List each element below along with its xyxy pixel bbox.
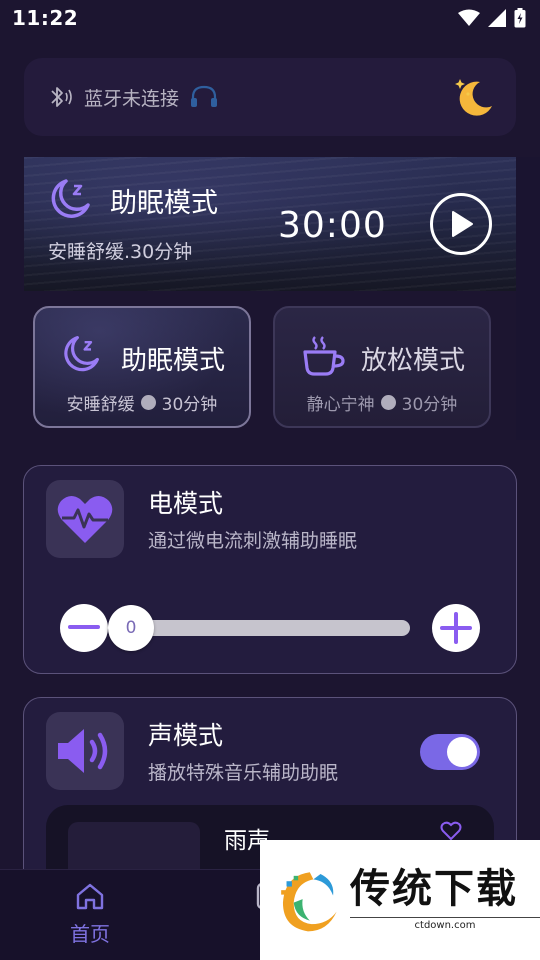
moon-icon	[64, 336, 99, 372]
cellular-signal-icon	[488, 9, 506, 27]
hero-subtitle: 安睡舒缓.30分钟	[48, 241, 193, 263]
increase-button[interactable]	[432, 604, 480, 652]
panel-subtitle: 通过微电流刺激辅助睡眠	[148, 530, 358, 552]
intensity-slider: 0	[60, 604, 480, 652]
bluetooth-icon	[51, 87, 72, 107]
panel-title: 声模式	[148, 721, 224, 750]
home-icon	[76, 883, 104, 910]
slider-knob[interactable]: 0	[108, 605, 154, 651]
electric-mode-icon-box	[46, 480, 124, 558]
moon-icon	[51, 179, 90, 218]
status-icons	[458, 8, 526, 28]
wifi-icon	[458, 9, 480, 26]
slider-track[interactable]	[120, 620, 410, 636]
watermark-logo-icon	[281, 872, 337, 932]
sound-mode-icon-box	[46, 712, 124, 790]
watermark-text: 传统下载 ctdown.com	[350, 869, 540, 931]
minus-icon	[68, 625, 100, 629]
status-time: 11:22	[12, 6, 79, 30]
status-bar: 11:22	[0, 0, 540, 36]
battery-icon	[514, 8, 526, 28]
mode-card-duration: 30分钟	[161, 395, 218, 415]
bluetooth-status-bar[interactable]: 蓝牙未连接	[24, 58, 516, 136]
nav-label: 首页	[70, 922, 110, 946]
sound-mode-toggle[interactable]	[420, 734, 480, 770]
mode-card-subtitle: 静心宁神 30分钟	[275, 390, 489, 415]
mode-card-title: 助眠模式	[121, 346, 226, 376]
side-strip	[516, 157, 540, 440]
separator-dot	[380, 395, 396, 410]
mode-card-sleep[interactable]: 助眠模式 安睡舒缓 30分钟	[33, 306, 251, 428]
panel-subtitle: 播放特殊音乐辅助助眠	[148, 762, 339, 784]
mode-card-subtitle: 安睡舒缓 30分钟	[35, 390, 249, 415]
mode-card-relax[interactable]: 放松模式 静心宁神 30分钟	[273, 306, 491, 428]
night-moon-icon[interactable]	[450, 74, 496, 120]
headphones-icon	[191, 85, 218, 107]
countdown-timer: 30:00	[278, 205, 387, 246]
watermark-overlay: 传统下载 ctdown.com	[260, 840, 540, 960]
decrease-button[interactable]	[60, 604, 108, 652]
mode-card-duration: 30分钟	[401, 395, 458, 415]
mode-card-desc: 安睡舒缓	[66, 395, 135, 415]
toggle-knob	[447, 737, 477, 767]
separator-dot	[140, 395, 156, 410]
nav-item-home[interactable]: 首页	[58, 882, 122, 947]
play-button[interactable]	[430, 193, 492, 255]
watermark-url: ctdown.com	[350, 917, 540, 931]
heart-pulse-icon	[57, 495, 113, 543]
bluetooth-status-text: 蓝牙未连接	[84, 87, 180, 110]
speaker-icon	[58, 729, 108, 773]
mode-card-desc: 静心宁神	[306, 395, 375, 415]
panel-title: 电模式	[148, 489, 224, 518]
watermark-title: 传统下载	[350, 866, 518, 912]
electric-mode-panel: 电模式 通过微电流刺激辅助睡眠 0	[23, 465, 517, 674]
coffee-cup-icon	[303, 336, 345, 376]
heart-outline-icon[interactable]	[440, 821, 462, 841]
hero-title: 助眠模式	[110, 188, 218, 219]
play-icon	[452, 211, 473, 237]
plus-icon	[440, 612, 472, 644]
sleep-mode-banner: 助眠模式 安睡舒缓.30分钟 30:00	[24, 157, 516, 291]
mode-card-title: 放松模式	[361, 346, 466, 376]
